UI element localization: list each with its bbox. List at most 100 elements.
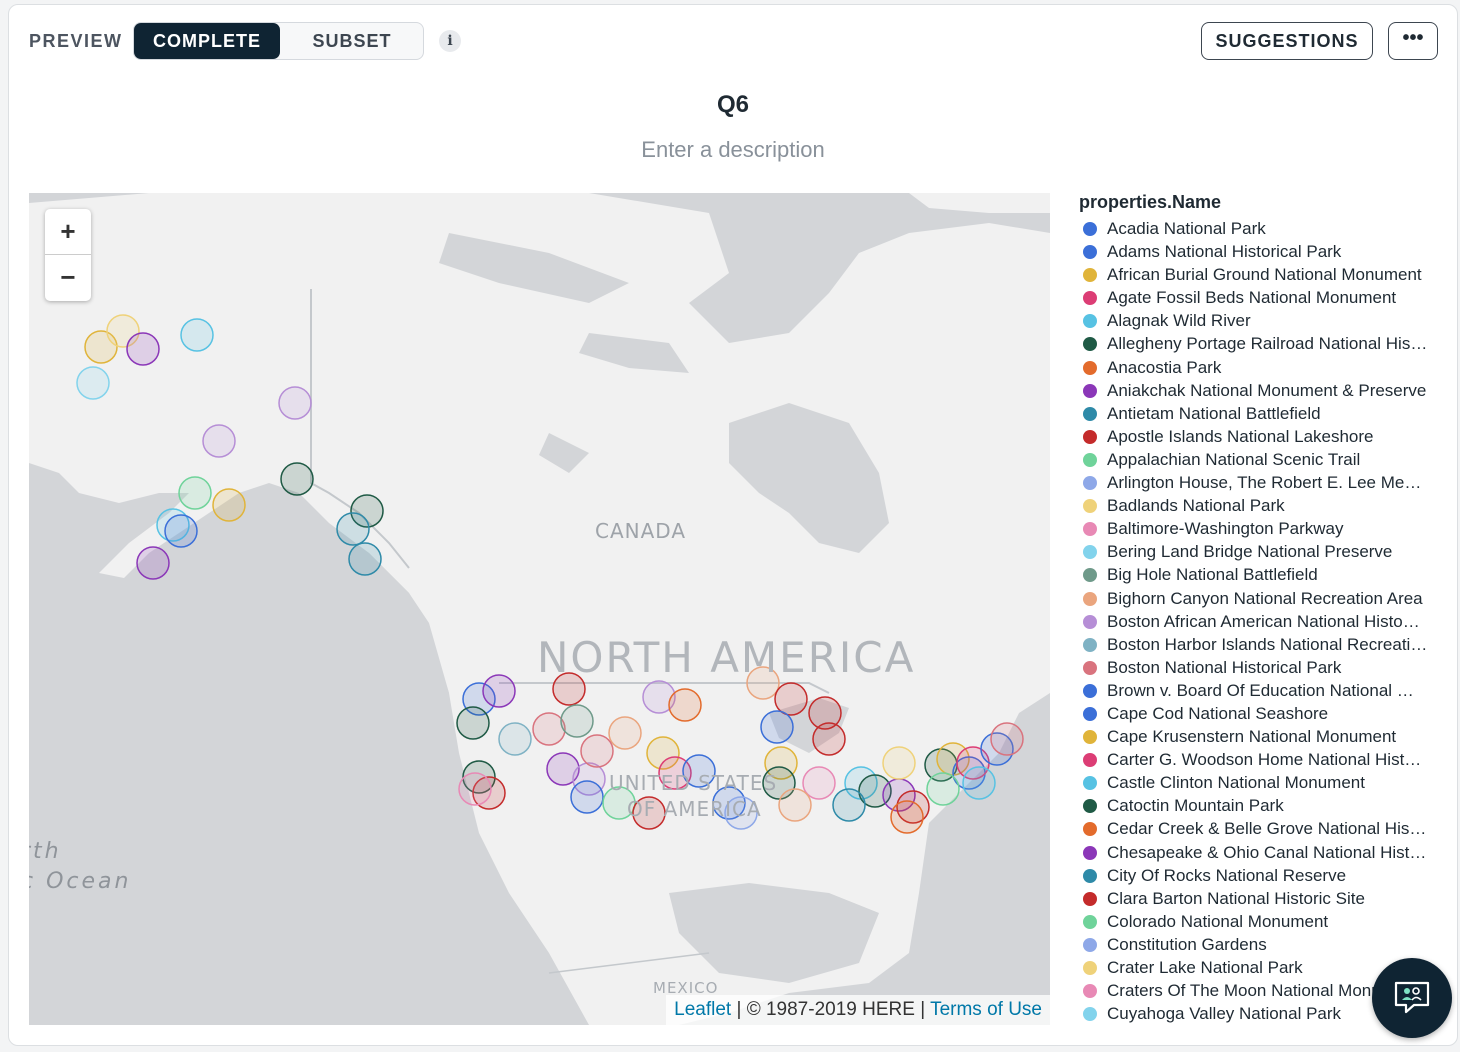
legend-item[interactable]: Alagnak Wild River xyxy=(1079,309,1439,332)
legend-item[interactable]: City Of Rocks National Reserve xyxy=(1079,864,1439,887)
legend-item[interactable]: Colorado National Monument xyxy=(1079,910,1439,933)
legend-item[interactable]: Boston National Historical Park xyxy=(1079,656,1439,679)
view-toggle: COMPLETE SUBSET xyxy=(133,22,424,60)
legend-item-label: Badlands National Park xyxy=(1107,496,1285,516)
legend-swatch xyxy=(1083,545,1097,560)
legend-item-label: Carter G. Woodson Home National Hist… xyxy=(1107,750,1422,770)
legend-title: properties.Name xyxy=(1079,192,1222,212)
legend-item-label: Catoctin Mountain Park xyxy=(1107,796,1284,816)
legend-item[interactable]: Big Hole National Battlefield xyxy=(1079,563,1439,586)
legend-swatch xyxy=(1083,314,1097,329)
legend-swatch xyxy=(1083,683,1097,698)
info-icon[interactable]: i xyxy=(439,30,461,52)
legend-item[interactable]: Boston Harbor Islands National Recreati… xyxy=(1079,633,1439,656)
legend-item-label: Cuyahoga Valley National Park xyxy=(1107,1004,1342,1024)
legend-swatch xyxy=(1083,383,1097,398)
legend-swatch xyxy=(1083,406,1097,421)
legend-item-label: Clara Barton National Historic Site xyxy=(1107,888,1365,908)
legend-item[interactable]: Bering Land Bridge National Preserve xyxy=(1079,540,1439,563)
legend-item-label: Castle Clinton National Monument xyxy=(1107,773,1365,793)
more-options-button[interactable]: ••• xyxy=(1388,22,1438,60)
zoom-out-button[interactable]: − xyxy=(45,255,91,300)
legend-swatch xyxy=(1083,706,1097,721)
legend-swatch xyxy=(1083,891,1097,906)
leaflet-link[interactable]: Leaflet xyxy=(674,999,731,1020)
legend-swatch xyxy=(1083,845,1097,860)
legend-item-label: Boston African American National Histo… xyxy=(1107,611,1420,631)
legend-item-label: Bighorn Canyon National Recreation Area xyxy=(1107,588,1423,608)
legend-item-label: Anacostia Park xyxy=(1107,357,1222,377)
legend-item[interactable]: Boston African American National Histo… xyxy=(1079,610,1439,633)
legend-swatch xyxy=(1083,360,1097,375)
zoom-in-button[interactable]: + xyxy=(45,209,91,255)
legend-item[interactable]: Acadia National Park xyxy=(1079,217,1439,240)
legend-item-label: Aniakchak National Monument & Preserve xyxy=(1107,380,1427,400)
legend-item-label: Antietam National Battlefield xyxy=(1107,403,1321,423)
legend-item[interactable]: Apostle Islands National Lakeshore xyxy=(1079,425,1439,448)
legend-swatch xyxy=(1083,799,1097,814)
legend-item[interactable]: Constitution Gardens xyxy=(1079,933,1439,956)
legend-item-label: Allegheny Portage Railroad National His… xyxy=(1107,334,1428,354)
legend-list: Acadia National Park Adams National Histo… xyxy=(1079,217,1449,1025)
chart-title[interactable]: Q6 xyxy=(9,91,1457,119)
chart-description[interactable]: Enter a description xyxy=(9,137,1457,163)
legend-item-label: Apostle Islands National Lakeshore xyxy=(1107,426,1374,446)
legend-item[interactable]: Catoctin Mountain Park xyxy=(1079,794,1439,817)
legend-item[interactable]: African Burial Ground National Monument xyxy=(1079,263,1439,286)
legend-swatch xyxy=(1083,1007,1097,1022)
legend-swatch xyxy=(1083,499,1097,514)
legend-item-label: Adams National Historical Park xyxy=(1107,242,1342,262)
map-label-us-line1: UNITED STATES xyxy=(609,771,778,795)
legend-item[interactable]: Chesapeake & Ohio Canal National Hist… xyxy=(1079,841,1439,864)
legend-item[interactable]: Allegheny Portage Railroad National His… xyxy=(1079,332,1439,355)
legend-item-label: Agate Fossil Beds National Monument xyxy=(1107,288,1397,308)
legend-item-label: Baltimore-Washington Parkway xyxy=(1107,519,1344,539)
map-attribution: Leaflet | © 1987-2019 HERE | Terms of Us… xyxy=(666,995,1050,1025)
legend-item[interactable]: Aniakchak National Monument & Preserve xyxy=(1079,379,1439,402)
legend-item-label: Arlington House, The Robert E. Lee Me… xyxy=(1107,473,1422,493)
legend-item[interactable]: Cedar Creek & Belle Grove National His… xyxy=(1079,817,1439,840)
legend-item[interactable]: Adams National Historical Park xyxy=(1079,240,1439,263)
legend-swatch xyxy=(1083,914,1097,929)
legend-swatch xyxy=(1083,268,1097,283)
legend-item[interactable]: Anacostia Park xyxy=(1079,356,1439,379)
legend-item-label: Alagnak Wild River xyxy=(1107,311,1251,331)
attribution-separator: | xyxy=(914,999,931,1020)
legend-item[interactable]: Badlands National Park xyxy=(1079,494,1439,517)
suggestions-button[interactable]: SUGGESTIONS xyxy=(1201,22,1373,60)
terms-link[interactable]: Terms of Use xyxy=(930,999,1042,1020)
legend-swatch xyxy=(1083,868,1097,883)
legend-item[interactable]: Arlington House, The Robert E. Lee Me… xyxy=(1079,471,1439,494)
legend-item-label: Crater Lake National Park xyxy=(1107,958,1303,977)
legend-swatch xyxy=(1083,429,1097,444)
map-label-continent: NORTH AMERICA xyxy=(537,633,916,682)
attribution-copyright: © 1987-2019 HERE xyxy=(746,999,915,1020)
legend-item[interactable]: Cape Cod National Seashore xyxy=(1079,702,1439,725)
legend-item[interactable]: Bighorn Canyon National Recreation Area xyxy=(1079,587,1439,610)
map-label-us-line2: OF AMERICA xyxy=(627,797,762,821)
map-label-ocean-line1: rth xyxy=(29,839,62,864)
toggle-subset[interactable]: SUBSET xyxy=(280,23,424,59)
legend-item[interactable]: Agate Fossil Beds National Monument xyxy=(1079,286,1439,309)
legend-item[interactable]: Appalachian National Scenic Trail xyxy=(1079,448,1439,471)
legend-item[interactable]: Antietam National Battlefield xyxy=(1079,402,1439,425)
legend-item[interactable]: Castle Clinton National Monument xyxy=(1079,771,1439,794)
attribution-separator: | xyxy=(731,999,747,1020)
legend-item-label: Colorado National Monument xyxy=(1107,911,1329,931)
legend-item-label: Appalachian National Scenic Trail xyxy=(1107,449,1361,469)
zoom-control: + − xyxy=(45,209,91,301)
chart-card: PREVIEW COMPLETE SUBSET i SUGGESTIONS ••… xyxy=(8,4,1458,1046)
toggle-complete[interactable]: COMPLETE xyxy=(134,23,280,59)
legend-item[interactable]: Clara Barton National Historic Site xyxy=(1079,887,1439,910)
legend: properties.Name Acadia National Park Adam… xyxy=(1079,189,1449,1025)
legend-item[interactable]: Brown v. Board Of Education National … xyxy=(1079,679,1439,702)
legend-item[interactable]: Baltimore-Washington Parkway xyxy=(1079,517,1439,540)
legend-item-label: Bering Land Bridge National Preserve xyxy=(1107,542,1393,562)
legend-item-label: Big Hole National Battlefield xyxy=(1107,565,1318,585)
chat-button[interactable] xyxy=(1372,958,1452,1038)
map-view[interactable]: + − CANADA NORTH AMERICA UNITED STATES O… xyxy=(29,193,1050,1025)
legend-item-label: Cape Cod National Seashore xyxy=(1107,703,1329,723)
legend-item[interactable]: Carter G. Woodson Home National Hist… xyxy=(1079,748,1439,771)
legend-item-label: Acadia National Park xyxy=(1107,219,1266,238)
legend-item[interactable]: Cape Krusenstern National Monument xyxy=(1079,725,1439,748)
